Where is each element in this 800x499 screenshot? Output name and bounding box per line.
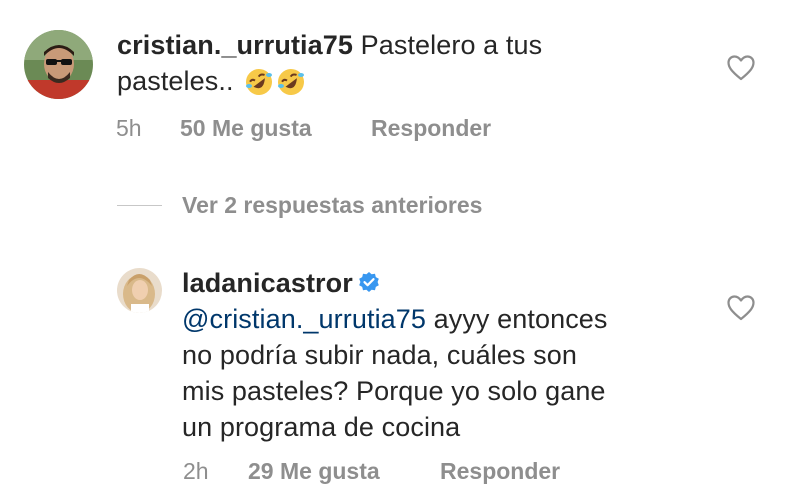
reply-timestamp: 2h xyxy=(183,458,209,484)
verified-badge-icon xyxy=(359,272,379,292)
rolling-laughing-emoji-icon xyxy=(278,69,305,95)
comment-text: cristian._urrutia75 Pastelero a tus past… xyxy=(117,27,697,99)
comment-like-count[interactable]: 50 Me gusta xyxy=(180,114,312,142)
reply-mention-link[interactable]: @cristian._urrutia75 xyxy=(182,304,426,334)
thread-divider xyxy=(117,205,162,206)
reply-reply-button[interactable]: Responder xyxy=(440,457,560,485)
reply-username[interactable]: ladanicastror xyxy=(182,268,353,298)
reply-body-line4: un programa de cocina xyxy=(182,412,461,442)
like-heart-icon[interactable] xyxy=(727,55,755,81)
like-heart-icon[interactable] xyxy=(727,295,755,321)
avatar-cristian[interactable] xyxy=(24,30,93,99)
reply-body-line3: mis pasteles? Porque yo solo gane xyxy=(182,376,606,406)
view-previous-replies-button[interactable]: Ver 2 respuestas anteriores xyxy=(182,190,482,220)
comment-username[interactable]: cristian._urrutia75 xyxy=(117,30,353,60)
reply-button[interactable]: Responder xyxy=(371,114,491,142)
comment-body-line1: Pastelero a tus xyxy=(353,30,543,60)
reply-body-line2: no podría subir nada, cuáles son xyxy=(182,340,577,370)
comment-meta: 5h 50 Me gusta Responder xyxy=(0,114,800,142)
reply-body-line1: ayyy entonces xyxy=(426,304,608,334)
comment-timestamp: 5h xyxy=(116,115,142,141)
reply-meta: 2h 29 Me gusta Responder xyxy=(0,457,800,485)
avatar-ladanicastror[interactable] xyxy=(117,268,162,313)
comment-body-line2: pasteles.. xyxy=(117,66,234,96)
reply-like-count[interactable]: 29 Me gusta xyxy=(248,457,380,485)
rolling-laughing-emoji-icon xyxy=(246,69,273,95)
reply-text: ladanicastror @cristian._urrutia75 ayyy … xyxy=(182,265,702,445)
